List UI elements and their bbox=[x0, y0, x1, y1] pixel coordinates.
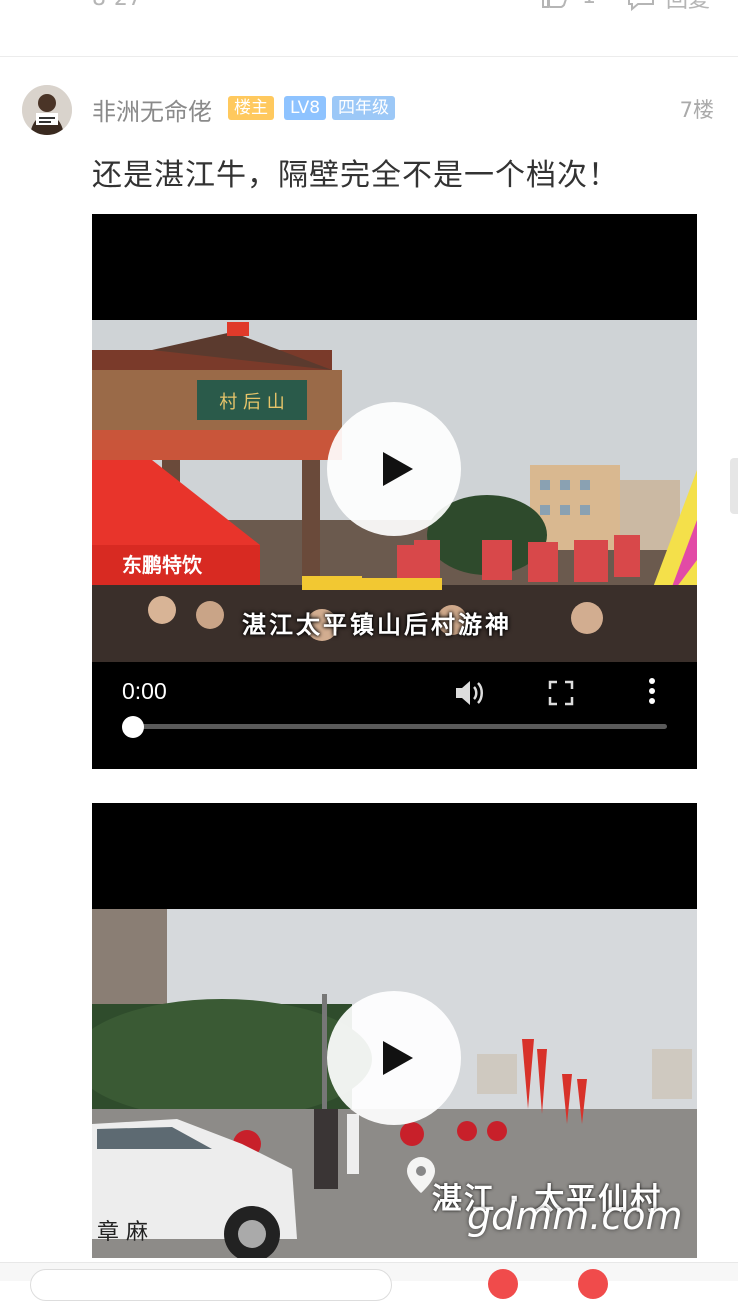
bottom-action-1[interactable] bbox=[488, 1269, 518, 1299]
username[interactable]: 非洲无命佬 bbox=[92, 92, 212, 127]
reply-input[interactable] bbox=[30, 1269, 392, 1301]
playback-time: 0:00 bbox=[122, 678, 167, 704]
reply-button[interactable]: 回复 bbox=[626, 0, 710, 14]
play-icon bbox=[383, 452, 413, 486]
video-player-2[interactable]: 章 麻 湛江 · 太平仙村 gdmm.com bbox=[92, 803, 697, 1258]
play-button-2[interactable] bbox=[327, 991, 461, 1125]
bottom-bar bbox=[0, 1262, 738, 1301]
arch-text: 村 后 山 bbox=[219, 392, 284, 413]
grade-badge: 四年级 bbox=[332, 96, 395, 120]
post-content: 还是湛江牛，隔壁完全不是一个档次！ bbox=[92, 158, 619, 193]
previous-post-date: 8-27 bbox=[92, 0, 142, 11]
progress-thumb[interactable] bbox=[122, 716, 144, 738]
fullscreen-icon[interactable] bbox=[548, 680, 574, 706]
video-player-1[interactable]: 村 后 山 东鹏特饮 湛江太平镇山后村游神 0:00 bbox=[92, 214, 697, 769]
site-watermark: gdmm.com bbox=[467, 1194, 683, 1238]
scroll-handle[interactable] bbox=[730, 458, 738, 514]
more-vert-icon[interactable] bbox=[642, 676, 662, 706]
reply-icon bbox=[628, 0, 654, 12]
reply-label: 回复 bbox=[666, 0, 711, 13]
car-sign: 章 麻 bbox=[97, 1220, 148, 1245]
like-button[interactable]: 1 bbox=[540, 0, 596, 10]
level-badge: LV8 bbox=[284, 96, 327, 120]
video-1-controls: 0:00 bbox=[92, 662, 697, 769]
play-button[interactable] bbox=[327, 402, 461, 536]
avatar[interactable] bbox=[22, 85, 72, 135]
previous-post-footer: 8-27 1 回复 bbox=[0, 0, 738, 57]
play-icon bbox=[383, 1041, 413, 1075]
like-count: 1 bbox=[582, 0, 596, 9]
like-icon bbox=[542, 0, 567, 8]
floor-number: 7楼 bbox=[679, 98, 714, 122]
bottom-action-2[interactable] bbox=[578, 1269, 608, 1299]
tent-sign: 东鹏特饮 bbox=[122, 553, 203, 577]
volume-icon[interactable] bbox=[454, 678, 486, 708]
progress-track[interactable] bbox=[132, 724, 667, 729]
host-badge: 楼主 bbox=[228, 96, 274, 120]
video-1-caption: 湛江太平镇山后村游神 bbox=[242, 611, 512, 639]
